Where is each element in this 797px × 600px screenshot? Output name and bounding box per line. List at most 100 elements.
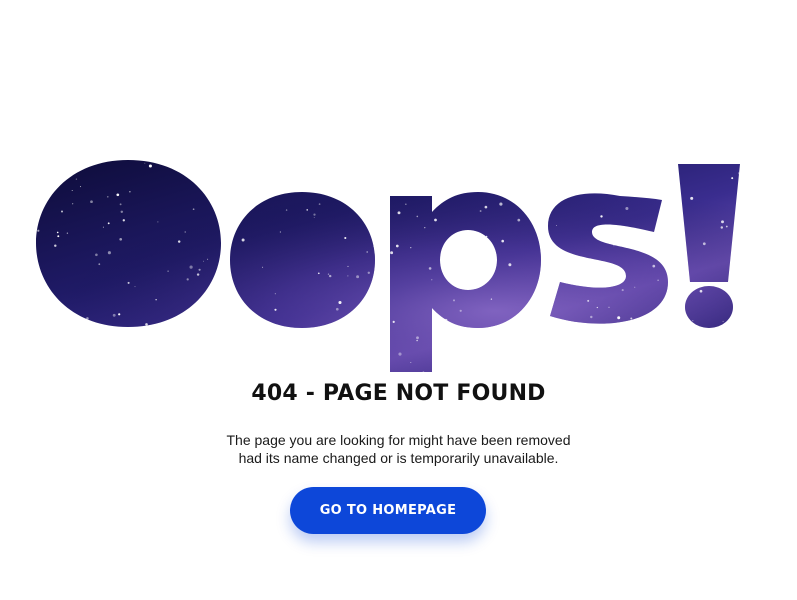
star [192,208,195,211]
star [19,261,21,263]
star [388,182,392,186]
star [220,365,223,368]
star [158,366,161,368]
star [722,320,724,322]
star [90,200,93,204]
star [735,350,738,353]
star [186,278,189,281]
star [216,364,218,366]
star [636,318,640,321]
star [731,177,734,180]
star [220,330,224,334]
star [119,237,123,241]
oops-hero [0,0,797,380]
star [546,346,549,348]
star [633,193,636,196]
error-message-line-2: had its name changed or is temporarily u… [238,450,559,466]
star [474,248,477,251]
star [657,279,659,282]
star [222,358,226,361]
star [116,193,120,197]
star [300,173,303,176]
star [752,247,755,250]
star [677,256,680,259]
star [285,209,288,211]
star [648,161,650,163]
star [144,329,147,332]
star [398,352,402,356]
star [145,323,148,326]
star [563,261,567,265]
star [377,176,380,179]
star [561,262,563,264]
star [148,164,152,168]
star [431,279,433,281]
star [102,226,104,228]
star [33,222,35,224]
star [455,244,457,247]
star [631,370,635,372]
star [410,361,412,364]
star [459,185,463,188]
star [422,371,425,372]
star [34,229,35,230]
star [674,164,677,167]
star [233,290,236,293]
star [118,157,121,160]
star [511,155,513,157]
star [167,270,169,272]
star [541,158,542,159]
star [202,320,204,322]
oops-starfield [19,155,755,372]
star [107,222,110,225]
star [241,238,245,242]
star [484,205,488,209]
star [155,299,157,301]
star [306,209,308,211]
star [692,320,694,322]
star [344,170,348,174]
star [187,362,190,364]
star [459,309,462,312]
star [739,217,740,219]
star [376,157,377,158]
star [671,182,673,184]
star [270,176,273,180]
star [744,156,745,157]
star [372,334,375,337]
star [424,227,426,229]
star [382,277,384,279]
star [86,317,89,320]
star [329,156,331,158]
star [487,240,491,244]
error-page: 404 - PAGE NOT FOUND The page you are lo… [0,0,797,600]
star [313,213,316,216]
star [515,155,516,156]
star [358,204,361,207]
go-to-homepage-button[interactable]: GO TO HOMEPAGE [290,487,486,534]
star [549,294,552,297]
star [479,210,482,212]
star [66,232,69,234]
star [587,299,590,302]
star [559,177,562,181]
star [625,206,629,211]
star [490,298,493,300]
star [313,217,315,218]
error-message: The page you are looking for might have … [0,431,797,467]
star [545,302,547,304]
star [416,339,418,342]
star [429,160,432,162]
star [250,333,253,336]
star [120,210,124,214]
star [485,235,488,238]
star [608,306,610,308]
star [344,236,347,240]
star [613,245,615,247]
star [218,322,222,326]
oops-graphic [19,155,755,372]
star [562,359,564,361]
star [338,300,342,305]
star [22,369,24,371]
star [122,219,125,222]
